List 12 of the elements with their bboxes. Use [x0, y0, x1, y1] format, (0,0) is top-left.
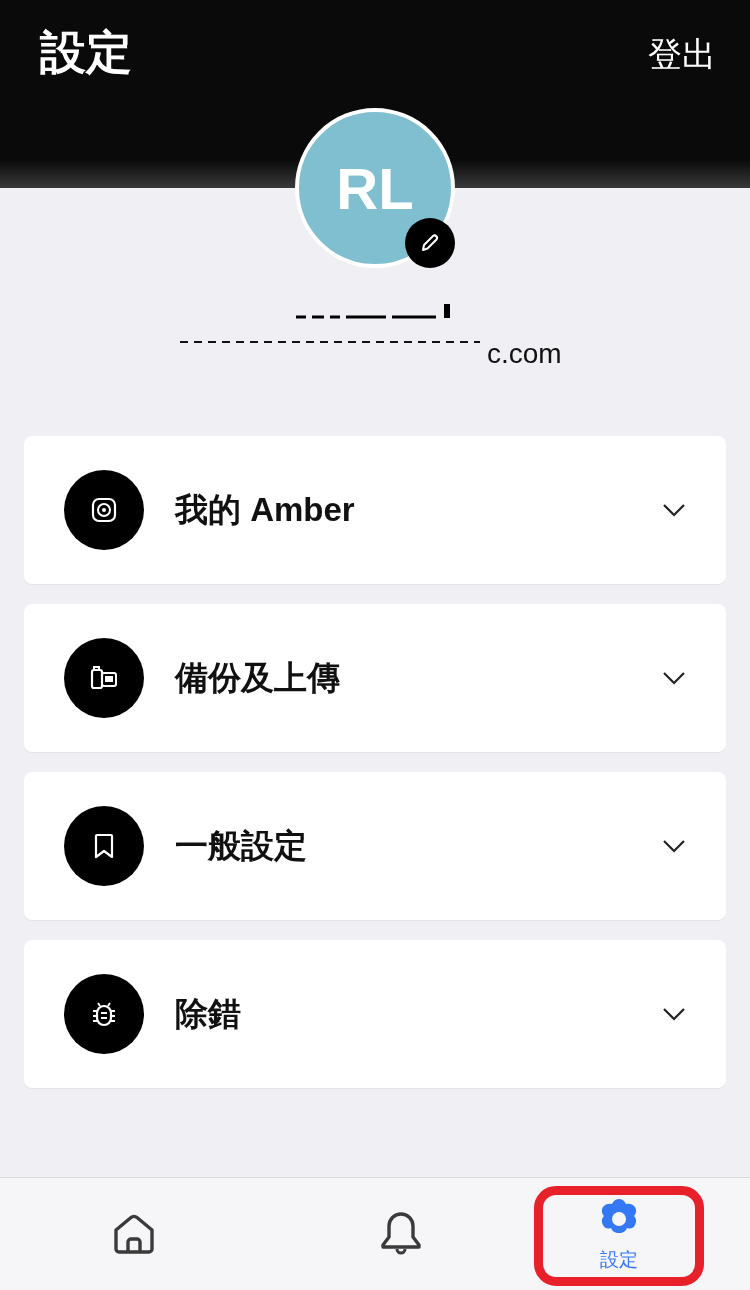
settings-section[interactable]: 除錯 — [24, 940, 726, 1088]
pencil-icon — [419, 232, 441, 254]
settings-section[interactable]: 備份及上傳 — [24, 604, 726, 752]
logout-link[interactable]: 登出 — [648, 32, 716, 78]
page-title: 設定 — [40, 25, 132, 80]
settings-section[interactable]: 我的 Amber — [24, 436, 726, 584]
edit-avatar-button[interactable] — [405, 218, 455, 268]
home-icon — [111, 1212, 156, 1256]
tab-bar-item[interactable]: 設定 — [534, 1186, 704, 1286]
bell-icon — [378, 1211, 423, 1257]
settings-section[interactable]: 一般設定 — [24, 772, 726, 920]
email-text: c.com — [487, 338, 562, 370]
